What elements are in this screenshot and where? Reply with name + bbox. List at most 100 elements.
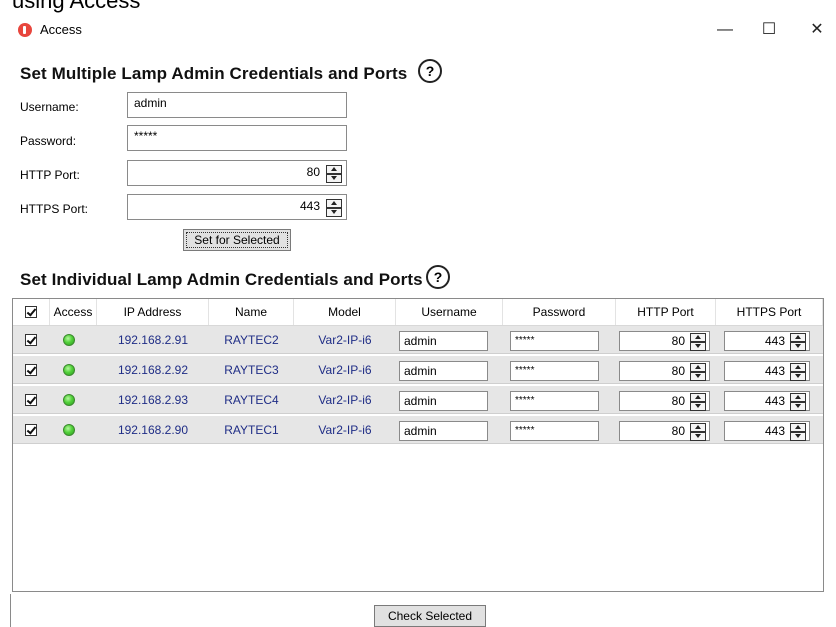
minimize-button[interactable]: — (710, 18, 740, 42)
row-http-port-input[interactable]: 80 (619, 421, 710, 441)
header-select-all-cell (13, 299, 50, 325)
table-row[interactable]: 192.168.2.92 RAYTEC3 Var2-IP-i6 admin ***** 8… (13, 356, 823, 384)
username-field[interactable]: admin (127, 92, 347, 118)
row-https-port-stepper[interactable] (790, 363, 806, 381)
stepper-up-icon[interactable] (790, 423, 806, 432)
row-https-port-input[interactable]: 443 (724, 421, 810, 441)
stepper-down-icon[interactable] (690, 372, 706, 381)
row-https-port-value: 443 (764, 334, 785, 348)
row-http-port-input[interactable]: 80 (619, 361, 710, 381)
row-checkbox[interactable] (25, 394, 37, 406)
individual-section-heading: Set Individual Lamp Admin Credentials an… (20, 270, 423, 289)
row-https-port-input[interactable]: 443 (724, 361, 810, 381)
https-port-value: 443 (299, 199, 320, 213)
row-http-port-input[interactable]: 80 (619, 391, 710, 411)
column-header-name[interactable]: Name (209, 299, 294, 325)
window-titlebar: Access — ☐ ✕ (10, 14, 836, 46)
stepper-up-icon[interactable] (790, 363, 806, 372)
row-https-port-stepper[interactable] (790, 393, 806, 411)
stepper-up-icon[interactable] (790, 393, 806, 402)
maximize-button[interactable]: ☐ (754, 18, 784, 42)
column-header-access[interactable]: Access (50, 299, 97, 325)
row-checkbox[interactable] (25, 334, 37, 346)
row-http-port-stepper[interactable] (690, 423, 706, 441)
select-all-checkbox[interactable] (25, 306, 37, 318)
background-window-fragment: using Access (0, 0, 836, 14)
lamp-grid: Access IP Address Name Model Username Pa… (12, 298, 824, 592)
row-http-port-stepper[interactable] (690, 393, 706, 411)
row-https-port-input[interactable]: 443 (724, 391, 810, 411)
http-port-stepper[interactable] (326, 165, 342, 183)
stepper-up-icon[interactable] (326, 199, 342, 208)
stepper-down-icon[interactable] (326, 208, 342, 217)
stepper-up-icon[interactable] (690, 363, 706, 372)
stepper-down-icon[interactable] (690, 342, 706, 351)
row-username-input[interactable]: admin (399, 361, 488, 381)
stepper-up-icon[interactable] (326, 165, 342, 174)
column-header-https-port[interactable]: HTTPS Port (716, 299, 823, 325)
stepper-up-icon[interactable] (690, 333, 706, 342)
row-username-input[interactable]: admin (399, 421, 488, 441)
stepper-down-icon[interactable] (690, 402, 706, 411)
row-username-input[interactable]: admin (399, 331, 488, 351)
column-header-password[interactable]: Password (503, 299, 616, 325)
row-http-port-stepper[interactable] (690, 333, 706, 351)
row-http-port-stepper[interactable] (690, 363, 706, 381)
set-for-selected-button[interactable]: Set for Selected (183, 229, 291, 251)
name-cell: RAYTEC3 (224, 363, 279, 377)
row-https-port-stepper[interactable] (790, 333, 806, 351)
stepper-down-icon[interactable] (790, 402, 806, 411)
check-selected-button[interactable]: Check Selected (374, 605, 486, 627)
stepper-up-icon[interactable] (690, 393, 706, 402)
password-field[interactable]: ***** (127, 125, 347, 151)
http-port-value: 80 (306, 165, 320, 179)
stepper-down-icon[interactable] (326, 174, 342, 183)
stepper-down-icon[interactable] (690, 432, 706, 441)
multiple-section-heading: Set Multiple Lamp Admin Credentials and … (20, 64, 408, 83)
row-http-port-input[interactable]: 80 (619, 331, 710, 351)
stepper-down-icon[interactable] (790, 432, 806, 441)
table-row[interactable]: 192.168.2.91 RAYTEC2 Var2-IP-i6 admin ***** 8… (13, 326, 823, 354)
column-header-ip-address[interactable]: IP Address (97, 299, 209, 325)
stepper-down-icon[interactable] (790, 342, 806, 351)
multiple-help-icon[interactable]: ? (418, 59, 442, 83)
model-cell: Var2-IP-i6 (318, 423, 372, 437)
model-cell: Var2-IP-i6 (318, 363, 372, 377)
row-password-input[interactable]: ***** (510, 361, 599, 381)
row-password-input[interactable]: ***** (510, 331, 599, 351)
row-password-input[interactable]: ***** (510, 391, 599, 411)
table-row[interactable]: 192.168.2.93 RAYTEC4 Var2-IP-i6 admin ***** 8… (13, 386, 823, 414)
table-row[interactable]: 192.168.2.90 RAYTEC1 Var2-IP-i6 admin ***** 8… (13, 416, 823, 444)
access-status-icon (63, 394, 75, 406)
row-https-port-stepper[interactable] (790, 423, 806, 441)
app-icon (18, 23, 32, 37)
model-cell: Var2-IP-i6 (318, 393, 372, 407)
column-header-model[interactable]: Model (294, 299, 396, 325)
row-password-input[interactable]: ***** (510, 421, 599, 441)
ip-address-cell: 192.168.2.93 (117, 393, 189, 407)
ip-address-cell: 192.168.2.91 (117, 333, 189, 347)
row-username-input[interactable]: admin (399, 391, 488, 411)
username-label: Username: (20, 100, 79, 114)
row-https-port-value: 443 (764, 424, 785, 438)
row-http-port-value: 80 (671, 394, 685, 408)
row-checkbox[interactable] (25, 364, 37, 376)
column-header-username[interactable]: Username (396, 299, 503, 325)
row-https-port-input[interactable]: 443 (724, 331, 810, 351)
column-header-http-port[interactable]: HTTP Port (616, 299, 716, 325)
https-port-stepper[interactable] (326, 199, 342, 217)
close-button[interactable]: ✕ (802, 18, 832, 42)
https-port-field[interactable]: 443 (127, 194, 347, 220)
individual-help-icon[interactable]: ? (426, 265, 450, 289)
http-port-label: HTTP Port: (20, 168, 80, 182)
ip-address-cell: 192.168.2.90 (117, 423, 189, 437)
window-title: Access (40, 22, 82, 37)
name-cell: RAYTEC2 (224, 333, 279, 347)
http-port-field[interactable]: 80 (127, 160, 347, 186)
stepper-down-icon[interactable] (790, 372, 806, 381)
stepper-up-icon[interactable] (690, 423, 706, 432)
name-cell: RAYTEC4 (224, 393, 279, 407)
stepper-up-icon[interactable] (790, 333, 806, 342)
row-checkbox[interactable] (25, 424, 37, 436)
row-http-port-value: 80 (671, 424, 685, 438)
